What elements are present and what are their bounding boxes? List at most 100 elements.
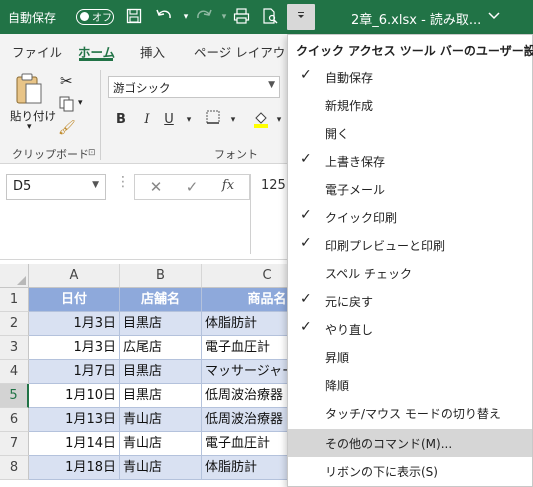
- table-cell[interactable]: 目黒店: [120, 384, 202, 408]
- tab-insert[interactable]: 挿入: [140, 42, 165, 61]
- print-preview-icon[interactable]: [260, 8, 280, 26]
- menu-item-autosave[interactable]: ✓ 自動保存: [288, 63, 532, 91]
- formula-bar-grip-icon[interactable]: ⋮: [116, 174, 130, 190]
- menu-item-new[interactable]: 新規作成: [288, 91, 532, 119]
- copy-dropdown-icon[interactable]: ▾: [78, 98, 83, 108]
- chevron-down-icon[interactable]: [488, 10, 500, 24]
- paste-dropdown-icon[interactable]: ▾: [27, 122, 32, 132]
- borders-dropdown-icon[interactable]: ▾: [224, 110, 242, 130]
- row-header-7[interactable]: 7: [0, 432, 29, 456]
- borders-icon[interactable]: [204, 110, 222, 130]
- tab-page-layout[interactable]: ページ レイアウト: [194, 42, 298, 61]
- autosave-toggle[interactable]: オフ: [76, 9, 114, 25]
- row-header-5[interactable]: 5: [0, 384, 29, 408]
- table-cell[interactable]: 1月18日: [29, 456, 120, 480]
- underline-dropdown-icon[interactable]: ▾: [180, 110, 198, 130]
- menu-item-label: リボンの下に表示(S): [325, 465, 438, 479]
- row-header-2[interactable]: 2: [0, 312, 29, 336]
- menu-item-undo[interactable]: ✓ 元に戻す: [288, 287, 532, 315]
- table-cell[interactable]: 1月3日: [29, 312, 120, 336]
- undo-icon[interactable]: [154, 8, 174, 26]
- row-header-4[interactable]: 4: [0, 360, 29, 384]
- document-title[interactable]: 2章_6.xlsx - 読み取...: [351, 9, 481, 28]
- font-group-label: フォント: [214, 148, 258, 161]
- column-header-a[interactable]: A: [29, 264, 120, 288]
- undo-dropdown-icon[interactable]: ▾: [176, 8, 196, 26]
- menu-item-touch-mouse-mode[interactable]: タッチ/マウス モードの切り替え: [288, 399, 532, 427]
- bold-button[interactable]: B: [112, 110, 130, 130]
- redo-dropdown-icon[interactable]: ▾: [214, 8, 234, 26]
- row-header-6[interactable]: 6: [0, 408, 29, 432]
- toggle-knob: [80, 12, 89, 21]
- clipboard-group-label: クリップボード: [12, 148, 89, 161]
- customize-qat-dropdown-button[interactable]: [287, 4, 315, 30]
- paste-icon[interactable]: [14, 72, 44, 109]
- chevron-down-icon: [298, 12, 304, 18]
- insert-function-button[interactable]: fx: [217, 178, 239, 193]
- column-header-b[interactable]: B: [120, 264, 202, 288]
- menu-item-spelling[interactable]: スペル チェック: [288, 259, 532, 287]
- table-cell[interactable]: 目黒店: [120, 312, 202, 336]
- cancel-icon[interactable]: ✕: [145, 178, 167, 196]
- customize-qat-menu: クイック アクセス ツール バーのユーザー設定 ✓ 自動保存 新規作成 開く ✓…: [287, 34, 533, 487]
- checkmark-icon: ✓: [300, 291, 312, 307]
- menu-item-label: 自動保存: [325, 71, 374, 85]
- cut-icon[interactable]: ✂: [60, 72, 73, 90]
- menu-item-label: 印刷プレビューと印刷: [325, 239, 446, 253]
- menu-item-more-commands[interactable]: その他のコマンド(M)...: [288, 429, 532, 457]
- table-cell[interactable]: 1月7日: [29, 360, 120, 384]
- menu-item-sort-descending[interactable]: 降順: [288, 371, 532, 399]
- name-box[interactable]: D5 ▼: [6, 174, 106, 200]
- menu-item-quick-print[interactable]: ✓ クイック印刷: [288, 203, 532, 231]
- row-header-1[interactable]: 1: [0, 288, 29, 312]
- menu-item-label: やり直し: [325, 323, 374, 337]
- menu-item-open[interactable]: 開く: [288, 119, 532, 147]
- menu-item-sort-ascending[interactable]: 昇順: [288, 343, 532, 371]
- chevron-down-icon: ▼: [92, 180, 99, 190]
- table-cell[interactable]: 目黒店: [120, 360, 202, 384]
- fill-color-icon[interactable]: [252, 110, 270, 130]
- table-header-date[interactable]: 日付: [29, 288, 120, 312]
- chevron-down-icon: ▼: [268, 80, 275, 90]
- table-cell[interactable]: 1月14日: [29, 432, 120, 456]
- table-cell[interactable]: 青山店: [120, 456, 202, 480]
- menu-title: クイック アクセス ツール バーのユーザー設定: [296, 44, 533, 58]
- row-header-8[interactable]: 8: [0, 456, 29, 480]
- dialog-launcher-icon[interactable]: ⊡: [88, 148, 96, 158]
- checkmark-icon: ✓: [300, 151, 312, 167]
- table-cell[interactable]: 広尾店: [120, 336, 202, 360]
- table-header-store[interactable]: 店舗名: [120, 288, 202, 312]
- format-painter-icon[interactable]: 🖌: [58, 120, 76, 136]
- table-cell[interactable]: 1月3日: [29, 336, 120, 360]
- row-header-3[interactable]: 3: [0, 336, 29, 360]
- table-cell[interactable]: 青山店: [120, 408, 202, 432]
- paste-button[interactable]: 貼り付け: [10, 108, 56, 124]
- copy-icon[interactable]: [58, 96, 76, 115]
- menu-item-label: 降順: [325, 379, 350, 393]
- fill-color-dropdown-icon[interactable]: ▾: [270, 110, 288, 130]
- checkmark-icon: ✓: [300, 235, 312, 251]
- save-icon[interactable]: [124, 8, 144, 26]
- menu-item-save[interactable]: ✓ 上書き保存: [288, 147, 532, 175]
- table-cell[interactable]: 青山店: [120, 432, 202, 456]
- underline-button[interactable]: U: [160, 110, 178, 130]
- menu-item-label: その他のコマンド(M)...: [325, 437, 453, 451]
- menu-item-show-below-ribbon[interactable]: リボンの下に表示(S): [288, 457, 532, 485]
- redo-icon[interactable]: [194, 8, 214, 26]
- table-cell[interactable]: 1月10日: [29, 384, 120, 408]
- select-all-button[interactable]: [0, 264, 29, 288]
- italic-button[interactable]: I: [138, 110, 156, 130]
- menu-item-print-preview[interactable]: ✓ 印刷プレビューと印刷: [288, 231, 532, 259]
- enter-check-icon[interactable]: ✓: [181, 178, 203, 196]
- menu-item-label: スペル チェック: [325, 267, 412, 281]
- menu-item-label: タッチ/マウス モードの切り替え: [325, 407, 501, 421]
- font-name-select[interactable]: 游ゴシック ▼: [108, 76, 280, 98]
- menu-item-email[interactable]: 電子メール: [288, 175, 532, 203]
- menu-item-redo[interactable]: ✓ やり直し: [288, 315, 532, 343]
- title-bar: 自動保存 オフ ▾ ▾ 2章_6.xlsx - 読み取...: [0, 0, 533, 34]
- tab-file[interactable]: ファイル: [12, 42, 62, 61]
- quick-print-icon[interactable]: [232, 8, 252, 26]
- autosave-label: 自動保存: [8, 11, 57, 25]
- table-cell[interactable]: 1月13日: [29, 408, 120, 432]
- font-name-value: 游ゴシック: [113, 81, 171, 95]
